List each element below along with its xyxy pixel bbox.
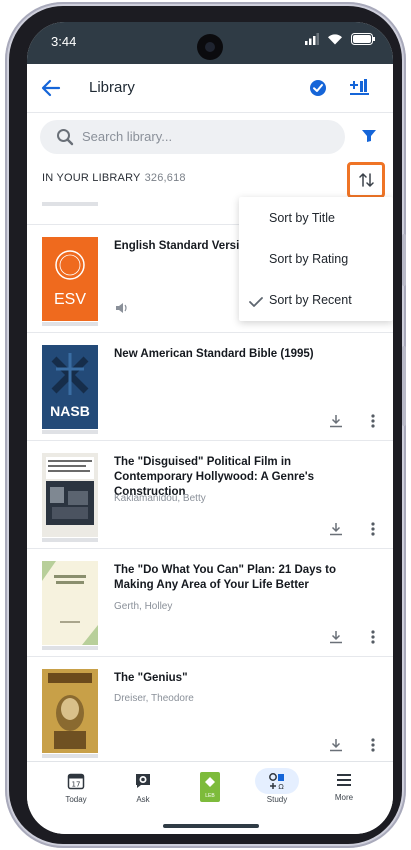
cover-text: NASB [50,403,90,419]
list-item[interactable]: The "Genius" Dreiser, Theodore [27,657,393,765]
tab-label: Study [266,795,288,804]
book-title[interactable]: The "Do What You Can" Plan: 21 Days to M… [114,563,364,593]
svg-text:17: 17 [72,781,81,789]
volume-button [402,234,406,286]
search-icon [57,129,74,146]
more-vert-icon[interactable] [371,414,375,428]
library-label: IN YOUR LIBRARY [42,172,141,184]
add-to-library-icon[interactable] [349,77,371,97]
front-camera [197,34,223,60]
power-button [402,346,406,426]
filter-icon[interactable] [361,129,377,143]
checkmark-icon [249,297,263,307]
more-vert-icon[interactable] [371,522,375,536]
list-item[interactable]: The "Disguised" Political Film in Contem… [27,441,393,549]
cover-art-icon [42,561,98,645]
download-icon[interactable] [329,414,343,428]
download-icon[interactable] [329,738,343,752]
search-input[interactable]: Search library... [40,120,345,154]
calendar-icon: 17 [67,773,85,790]
library-count-line: IN YOUR LIBRARY 326,618 [42,172,186,184]
sort-menu: Sort by Title Sort by Rating Sort by Rec… [239,197,393,321]
sort-option-rating[interactable]: Sort by Rating [269,252,348,266]
cover-base [42,202,98,206]
app-bar: Library [27,64,393,113]
screen: 3:44 Library Search library... IN YOUR L… [27,22,393,834]
book-cover [42,561,98,645]
search-row: Search library... [27,118,393,164]
search-placeholder: Search library... [82,129,173,144]
cover-text: ESV [53,291,86,308]
library-count: 326,618 [144,172,186,184]
leb-leaf-icon [205,777,215,787]
phone-frame: 3:44 Library Search library... IN YOUR L… [5,2,406,848]
menu-icon [337,774,351,786]
bottom-tab-bar: 17 Today Ask LEB Ω Study More [27,761,393,834]
leb-book-icon: LEB [200,772,220,802]
list-item[interactable]: The "Do What You Can" Plan: 21 Days to M… [27,549,393,657]
book-cover [42,453,98,537]
status-icons [305,33,375,45]
study-icon: Ω [269,773,284,791]
book-author[interactable]: Gerth, Holley [114,601,172,612]
book-cover: NASB [42,345,98,429]
more-vert-icon[interactable] [371,630,375,644]
cover-art-icon [42,453,98,537]
cover-base [42,646,98,650]
status-time: 3:44 [51,34,77,49]
book-author[interactable]: Dreiser, Theodore [114,693,194,704]
book-cover: ESV [42,237,98,321]
wifi-icon [328,34,342,45]
sort-option-recent[interactable]: Sort by Recent [269,293,352,307]
tab-label: More [334,793,354,802]
more-vert-icon[interactable] [371,738,375,752]
back-arrow-icon[interactable] [41,78,61,98]
cover-base [42,754,98,758]
sort-icon [359,173,374,187]
tab-label: LEB [205,793,215,799]
status-bar: 3:44 [27,22,393,64]
tab-label: Today [65,795,87,804]
audio-icon [116,303,127,313]
tab-label: Ask [136,795,150,804]
cover-base [42,430,98,434]
battery-icon [351,33,375,45]
download-icon[interactable] [329,522,343,536]
tab-leb[interactable]: LEB [180,772,240,804]
tab-more[interactable]: More [314,772,374,802]
select-check-icon[interactable] [309,79,327,97]
list-item[interactable]: NASB New American Standard Bible (1995) [27,333,393,441]
cover-art-icon [42,669,98,753]
svg-text:Ω: Ω [278,783,284,790]
sort-button[interactable] [347,162,385,198]
tab-ask[interactable]: Ask [113,772,173,804]
book-author[interactable]: Kaklamanidou, Betty [114,493,206,504]
book-cover [42,669,98,753]
signal-icon [305,33,319,45]
cover-base [42,322,98,326]
tab-study[interactable]: Ω Study [247,772,307,804]
ask-bubble-icon [136,774,150,788]
book-title[interactable]: The "Genius" [114,671,364,686]
download-icon[interactable] [329,630,343,644]
sort-option-title[interactable]: Sort by Title [269,211,335,225]
cover-base [42,538,98,542]
home-indicator [163,824,259,828]
book-title[interactable]: New American Standard Bible (1995) [114,347,364,362]
tab-today[interactable]: 17 Today [46,772,106,804]
page-title: Library [89,79,135,96]
